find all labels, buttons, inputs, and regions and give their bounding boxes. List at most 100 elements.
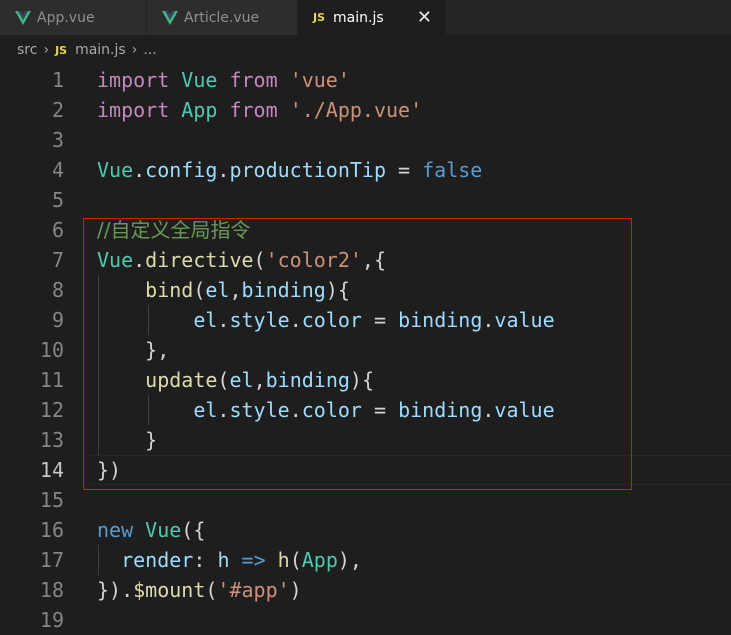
- code-line[interactable]: 4 Vue.config.productionTip = false: [0, 155, 731, 185]
- code-token: Vue: [145, 518, 182, 542]
- code-token: .: [217, 398, 230, 422]
- code-token: config: [145, 158, 218, 182]
- code-token: binding: [265, 368, 350, 392]
- breadcrumb-folder[interactable]: src: [17, 42, 37, 58]
- breadcrumb-symbol[interactable]: ...: [143, 42, 156, 58]
- tab-article-vue[interactable]: Article.vue: [147, 0, 298, 35]
- line-number: 11: [39, 368, 64, 392]
- code-text: update(el,binding){: [97, 365, 374, 395]
- code-editor[interactable]: 1 import Vue from 'vue' 2 import App from '…: [0, 65, 731, 635]
- code-token: el: [193, 398, 218, 422]
- code-text: el.style.color = binding.value: [97, 395, 555, 425]
- code-line[interactable]: 7 Vue.directive('color2',{: [0, 245, 731, 275]
- code-token: (: [193, 278, 206, 302]
- code-line[interactable]: 2 import App from './App.vue': [0, 95, 731, 125]
- close-icon[interactable]: ✕: [417, 7, 432, 28]
- line-number: 15: [39, 488, 64, 512]
- code-token: }).: [97, 578, 134, 602]
- tab-app-vue[interactable]: App.vue: [0, 0, 147, 35]
- vue-icon: [162, 10, 178, 25]
- code-line[interactable]: 15: [0, 485, 731, 515]
- code-line[interactable]: 6 //自定义全局指令: [0, 215, 731, 245]
- code-line[interactable]: 13 }: [0, 425, 731, 455]
- code-token: ,{: [361, 248, 387, 272]
- code-token: h: [277, 548, 290, 572]
- code-line[interactable]: 17 render: h => h(App),: [0, 545, 731, 575]
- line-number: 17: [39, 548, 64, 572]
- line-number: 18: [39, 578, 64, 602]
- code-token: .: [289, 398, 302, 422]
- code-token: color: [301, 398, 362, 422]
- tab-bar: App.vue Article.vue JS main.js ✕: [0, 0, 731, 35]
- code-text: Vue.config.productionTip = false: [97, 155, 482, 185]
- code-token: },: [97, 338, 170, 362]
- code-token: from: [229, 98, 278, 122]
- code-token: }): [97, 458, 122, 482]
- line-number: 7: [51, 248, 64, 272]
- code-token: =>: [241, 548, 266, 572]
- code-token: binding: [398, 308, 483, 332]
- code-line[interactable]: 1 import Vue from 'vue': [0, 65, 731, 95]
- line-number: 2: [51, 98, 64, 122]
- code-token: .: [289, 308, 302, 332]
- code-token: .: [133, 248, 146, 272]
- code-token: el: [205, 278, 230, 302]
- code-text: }).$mount('#app'): [97, 575, 302, 605]
- code-token: .: [217, 308, 230, 332]
- chevron-right-icon: ›: [43, 42, 50, 58]
- code-token: new: [97, 518, 134, 542]
- code-line[interactable]: 14}): [0, 455, 731, 485]
- code-token: .: [482, 398, 495, 422]
- code-token: render: [121, 548, 194, 572]
- code-line[interactable]: 11 update(el,binding){: [0, 365, 731, 395]
- code-token: value: [494, 308, 555, 332]
- code-line[interactable]: 18 }).$mount('#app'): [0, 575, 731, 605]
- line-number: 10: [39, 338, 64, 362]
- code-token: h: [217, 548, 230, 572]
- code-text: //自定义全局指令: [97, 215, 250, 245]
- code-token: 'vue': [289, 68, 350, 92]
- code-text: }: [97, 425, 157, 455]
- code-token: productionTip: [229, 158, 387, 182]
- code-text: import Vue from 'vue': [97, 65, 350, 95]
- code-token: ({: [181, 518, 206, 542]
- code-token: directive: [145, 248, 254, 272]
- code-line[interactable]: 3: [0, 125, 731, 155]
- code-line[interactable]: 9 el.style.color = binding.value: [0, 305, 731, 335]
- code-token: ): [289, 578, 302, 602]
- line-number: 4: [51, 158, 64, 182]
- code-text: }): [97, 455, 121, 485]
- code-line[interactable]: 12 el.style.color = binding.value: [0, 395, 731, 425]
- code-line[interactable]: 16 new Vue({: [0, 515, 731, 545]
- code-token: value: [494, 398, 555, 422]
- code-line[interactable]: 8 bind(el,binding){: [0, 275, 731, 305]
- code-token: =: [386, 158, 423, 182]
- line-number: 16: [39, 518, 64, 542]
- code-line[interactable]: 10 },: [0, 335, 731, 365]
- code-token: color: [301, 308, 362, 332]
- code-token: Vue: [181, 68, 218, 92]
- code-line[interactable]: 19: [0, 605, 731, 635]
- tab-label: App.vue: [37, 9, 95, 26]
- code-token: =: [361, 398, 399, 422]
- code-token: .: [482, 308, 495, 332]
- code-token: (: [253, 248, 266, 272]
- tab-main-js[interactable]: JS main.js ✕: [298, 0, 447, 35]
- code-token: App: [301, 548, 338, 572]
- code-token: App: [181, 98, 218, 122]
- breadcrumb-file[interactable]: main.js: [75, 42, 126, 58]
- code-token: style: [229, 308, 290, 332]
- code-line[interactable]: 5: [0, 185, 731, 215]
- tab-label: main.js: [333, 9, 384, 26]
- code-token: from: [229, 68, 278, 92]
